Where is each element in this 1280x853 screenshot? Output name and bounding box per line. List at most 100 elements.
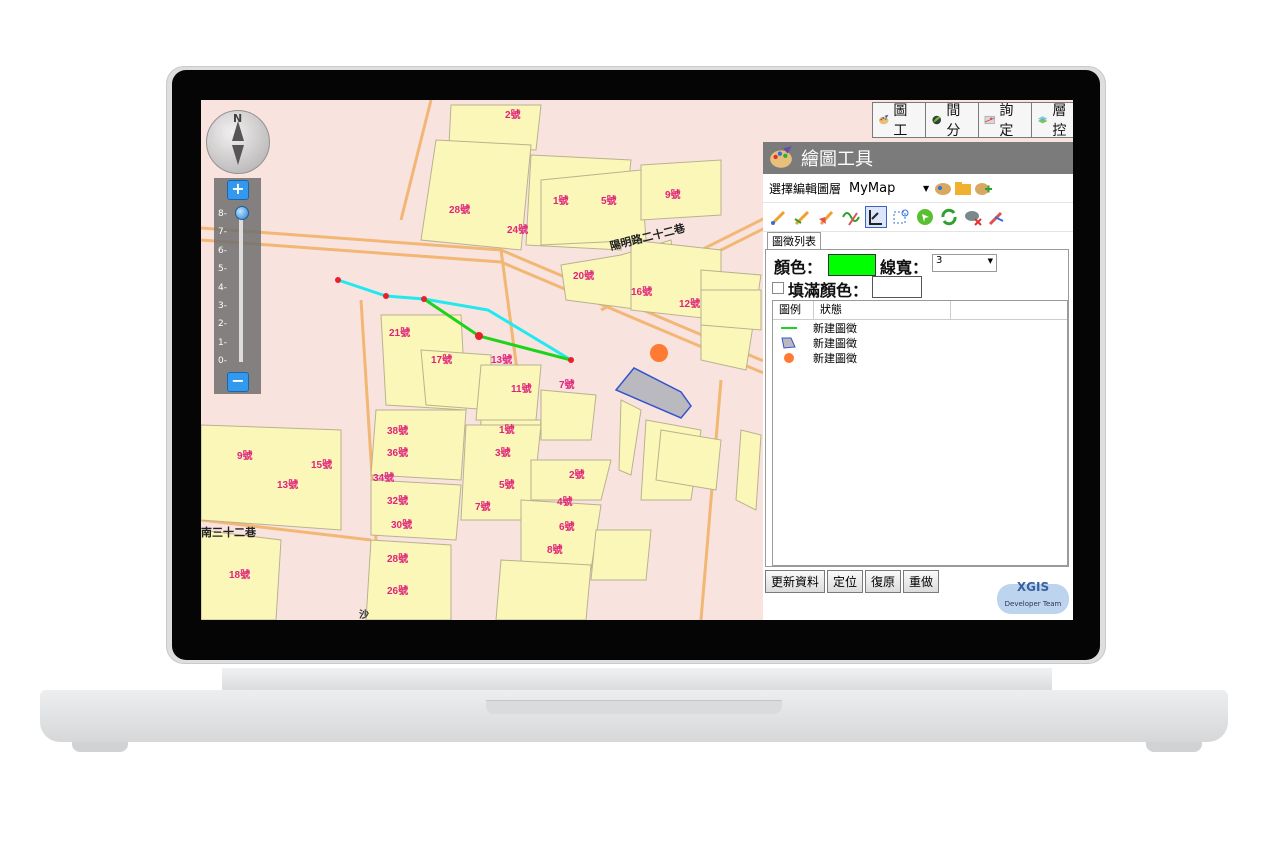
parcel-label: 1號 [553, 194, 569, 207]
parcel-label: 28號 [449, 203, 470, 216]
draw-freehand-icon[interactable] [841, 207, 861, 227]
line-width-value: 3 [936, 255, 943, 266]
zoom-level: 5- [218, 264, 227, 275]
select-area-icon[interactable] [891, 207, 911, 227]
spatial-analysis-button[interactable]: 空間分析 [926, 103, 979, 159]
stroke-color-swatch[interactable] [828, 254, 876, 276]
zoom-out-button[interactable]: − [227, 372, 249, 392]
legend-header-row: 圖例 狀態 [773, 301, 1067, 320]
update-data-button[interactable]: 更新資料 [765, 570, 826, 593]
parcel-label: 7號 [475, 500, 491, 513]
color-label: 顏色： [774, 258, 823, 277]
layer-control-button[interactable]: 圖層控制 [1032, 103, 1073, 159]
fill-color-label: 填滿顏色： [788, 281, 869, 300]
locate-button[interactable]: 定位 [827, 570, 864, 593]
palette-icon [770, 146, 792, 168]
line-width-label: 線寬： [880, 258, 929, 277]
delete-feature-icon[interactable] [963, 207, 983, 227]
legend-row[interactable]: 新建圖徵 [773, 335, 1067, 350]
tab-feature-list[interactable]: 圖徵列表 [767, 232, 821, 250]
line-width-select[interactable]: 3 ▼ [932, 254, 997, 272]
clear-all-icon[interactable] [987, 207, 1007, 227]
logo-title: XGIS [1016, 580, 1050, 594]
parcel-label: 6號 [559, 520, 575, 533]
draw-polygon-icon[interactable] [817, 207, 837, 227]
layers-icon [1037, 116, 1048, 124]
draw-point-icon[interactable] [769, 207, 789, 227]
redo-button[interactable]: 重做 [903, 570, 940, 593]
zoom-level: 1- [218, 337, 227, 348]
parcel-label: 17號 [431, 353, 452, 366]
zoom-level: 8- [218, 209, 227, 219]
parcel-label: 30號 [391, 518, 412, 531]
compass-arrow-icon [232, 121, 244, 165]
select-pointer-icon[interactable] [915, 207, 935, 227]
edit-vertex-icon[interactable] [865, 206, 887, 228]
fill-color-swatch[interactable] [872, 276, 922, 298]
parcel-label: 9號 [665, 188, 681, 201]
chevron-down-icon[interactable]: ▼ [923, 184, 929, 193]
parcel-label: 11號 [511, 382, 532, 395]
zoom-level: 4- [218, 282, 227, 293]
parcel-label: 2號 [569, 468, 585, 481]
parcel-label: 26號 [387, 584, 408, 597]
parcel-label: 34號 [373, 471, 394, 484]
parcel-label: 沙 [359, 609, 369, 620]
point-legend-icon [784, 353, 794, 363]
parcel-label: 38號 [387, 424, 408, 437]
query-locate-button[interactable]: 查詢定位 [979, 103, 1032, 159]
legend-row[interactable]: 新建圖徵 [773, 320, 1067, 335]
parcel-label: 1號 [499, 423, 515, 436]
parcel-label: 32號 [387, 494, 408, 507]
layer-select[interactable]: MyMap [849, 181, 923, 196]
parcel-label: 13號 [277, 478, 298, 491]
parcel-label: 2號 [505, 108, 521, 121]
zoom-level: 6- [218, 245, 227, 256]
parcel-label: 13號 [491, 353, 512, 366]
parcel-label: 15號 [311, 458, 332, 471]
parcel-label: 3號 [495, 446, 511, 459]
orange-point [650, 344, 668, 362]
fill-color-checkbox[interactable] [772, 282, 784, 294]
zoom-level: 0- [218, 356, 227, 367]
parcel-label: 36號 [387, 446, 408, 459]
parcel-label: 4號 [557, 495, 573, 508]
locate-icon [984, 115, 995, 125]
parcel-label: 16號 [631, 285, 652, 298]
parcel-label: 28號 [387, 552, 408, 565]
layer-selector-label: 選擇編輯圖層 [769, 181, 842, 196]
laptop-touchpad-notch [486, 700, 782, 714]
draw-tools-button[interactable]: 繪圖工具 [873, 103, 926, 159]
zoom-in-button[interactable]: + [227, 180, 249, 200]
panel-action-buttons: 更新資料 定位 復原 重做 [763, 570, 940, 593]
line-legend-icon [781, 327, 797, 329]
parcel-label: 9號 [237, 449, 253, 462]
palette-icon [878, 114, 889, 125]
map-screen[interactable]: 2號 28號 24號 1號 5號 9號 20號 16號 12號 21號 17號 … [201, 100, 1073, 620]
feature-legend-table: 圖例 狀態 新建圖徵 新建圖徵 新建圖徵 [772, 300, 1068, 566]
refresh-icon[interactable] [939, 207, 959, 227]
draw-line-icon[interactable] [793, 207, 813, 227]
parcel-label: 21號 [389, 326, 410, 339]
laptop-foot [72, 742, 128, 752]
zoom-handle[interactable] [235, 206, 249, 220]
status-column-header[interactable]: 狀態 [814, 301, 951, 319]
add-layer-icon[interactable] [973, 178, 993, 198]
layer-settings-icon[interactable] [933, 178, 953, 198]
compass-control[interactable]: N [206, 110, 270, 174]
parcel-label: 24號 [507, 223, 528, 236]
laptop-foot [1146, 742, 1202, 752]
legend-column-header[interactable]: 圖例 [773, 301, 814, 319]
zoom-level: 3- [218, 301, 227, 312]
folder-icon[interactable] [953, 178, 973, 198]
chevron-down-icon: ▼ [987, 257, 993, 265]
undo-button[interactable]: 復原 [865, 570, 902, 593]
zoom-slider[interactable]: + 8- 7- 6- 5- 4- 3- 2- 1- 0- − [214, 178, 261, 394]
legend-status: 新建圖徵 [813, 351, 857, 365]
parcel-label: 20號 [573, 269, 594, 282]
draw-tool-row [763, 203, 1073, 232]
zoom-track[interactable] [239, 212, 243, 362]
legend-row[interactable]: 新建圖徵 [773, 350, 1067, 365]
polygon-legend-icon [781, 337, 796, 349]
laptop-base [40, 690, 1228, 742]
